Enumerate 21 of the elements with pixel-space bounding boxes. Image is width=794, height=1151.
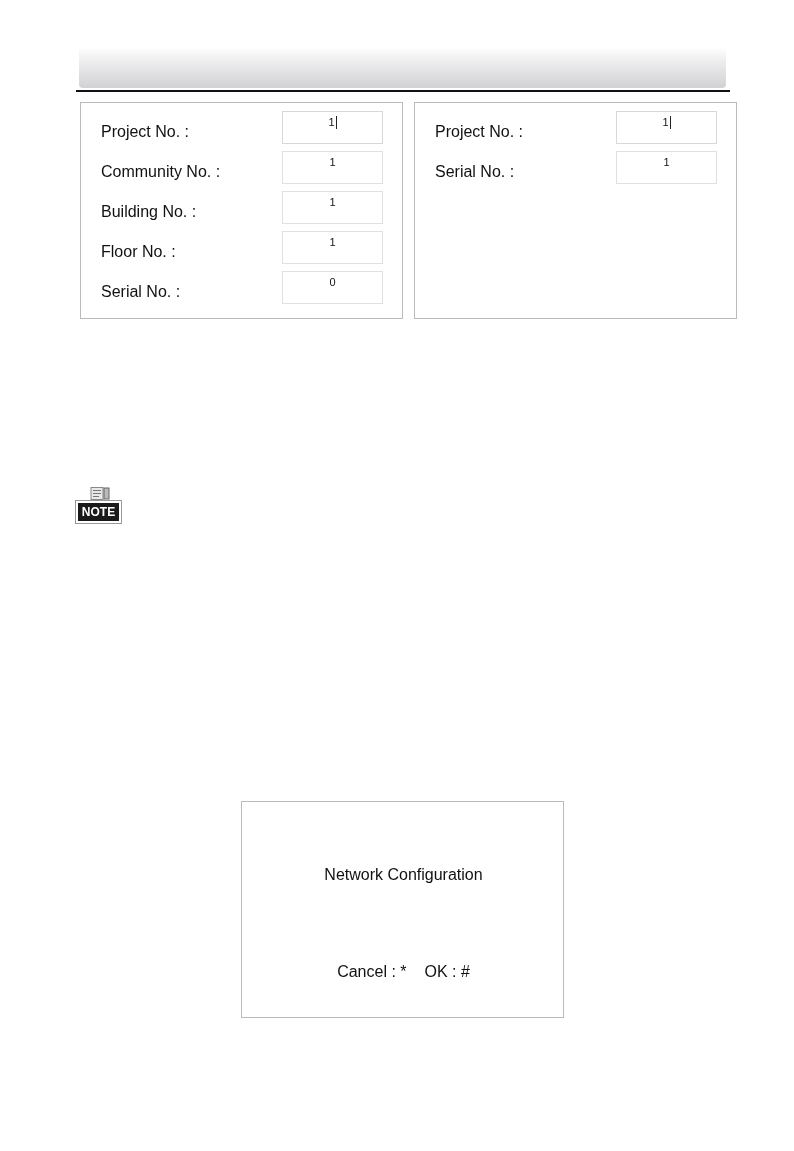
note-label: NOTE [75, 500, 122, 524]
key-hint: Cancel : * [337, 962, 407, 981]
key-hint: OK : # [424, 962, 470, 981]
dialog-title: Network Configuration [324, 865, 483, 884]
input-field[interactable]: 1 [282, 190, 383, 224]
input-field[interactable]: 1 [616, 110, 717, 144]
input-field[interactable]: 1 [616, 150, 717, 184]
input-field[interactable]: 1 [282, 150, 383, 184]
input-field[interactable]: 1 [282, 110, 383, 144]
text-cursor-icon [335, 115, 337, 129]
field-label: Serial No. : [101, 281, 182, 301]
text-cursor-icon [669, 115, 671, 129]
input-field[interactable]: 1 [282, 230, 383, 264]
notepad-icon [90, 487, 110, 500]
input-field[interactable]: 0 [282, 270, 383, 304]
field-label: Building No. : [101, 201, 198, 221]
field-label: Project No. : [435, 121, 525, 141]
field-label: Community No. : [101, 161, 222, 181]
field-label: Serial No. : [435, 161, 516, 181]
field-label: Floor No. : [101, 241, 177, 261]
field-label: Project No. : [101, 121, 191, 141]
